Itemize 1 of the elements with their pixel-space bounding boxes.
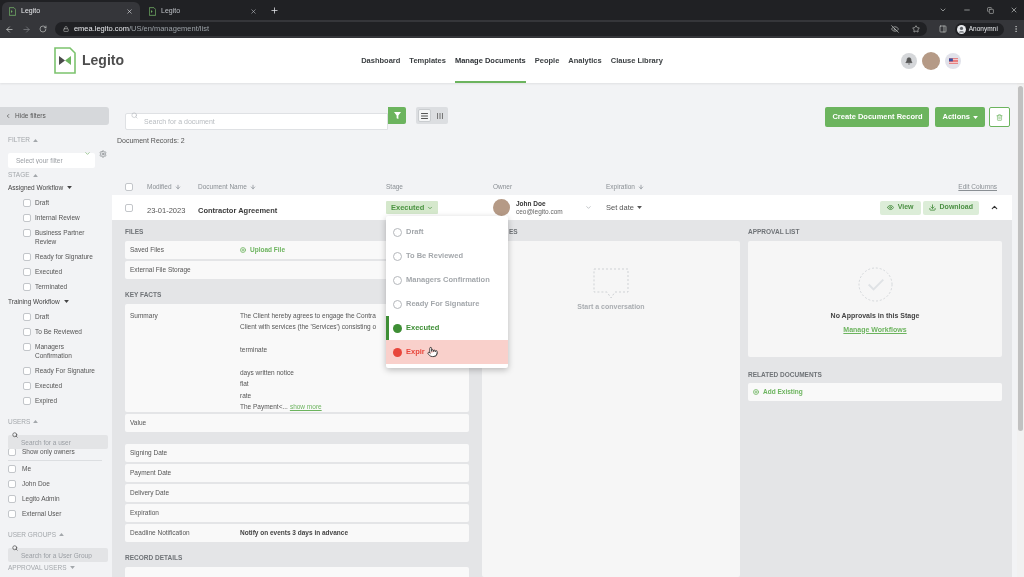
logo-text: Legito <box>82 51 124 70</box>
